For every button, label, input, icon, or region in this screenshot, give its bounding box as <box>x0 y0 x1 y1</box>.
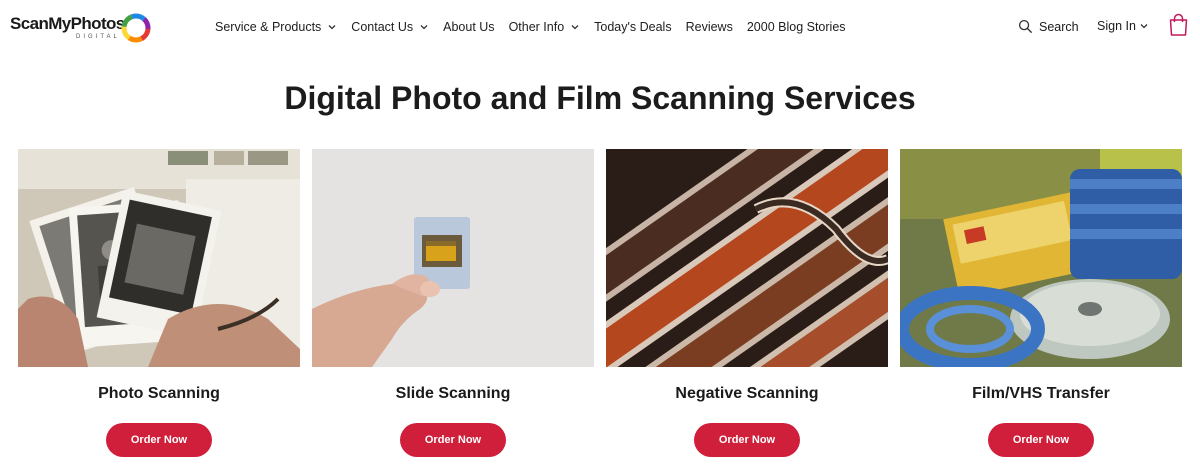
photo-scanning-image[interactable] <box>18 149 300 367</box>
chevron-down-icon <box>420 25 428 30</box>
site-logo[interactable]: ScanMyPhotos DIGITAL <box>10 12 155 46</box>
negative-scanning-illustration <box>606 149 888 367</box>
film-vhs-transfer-image[interactable] <box>900 149 1182 367</box>
slide-scanning-image[interactable] <box>312 149 594 367</box>
nav-label: Today's Deals <box>594 20 672 34</box>
order-now-button[interactable]: Order Now <box>694 423 800 457</box>
chevron-down-icon <box>1140 24 1148 29</box>
chevron-down-icon <box>328 25 336 30</box>
card-title: Film/VHS Transfer <box>972 385 1110 402</box>
nav-contact-us[interactable]: Contact Us <box>351 19 429 35</box>
service-card-slide: Slide Scanning Order Now <box>312 149 594 457</box>
service-card-negative: Negative Scanning Order Now <box>606 149 888 457</box>
photo-scanning-illustration <box>18 149 300 367</box>
film-vhs-illustration <box>900 149 1182 367</box>
nav-other-info[interactable]: Other Info <box>509 19 581 35</box>
service-card-film-vhs: Film/VHS Transfer Order Now <box>900 149 1182 457</box>
negative-scanning-image[interactable] <box>606 149 888 367</box>
order-now-button[interactable]: Order Now <box>106 423 212 457</box>
nav-label: About Us <box>443 20 495 34</box>
order-now-button[interactable]: Order Now <box>400 423 506 457</box>
nav-label: Contact Us <box>351 20 414 34</box>
nav-service-products[interactable]: Service & Products <box>215 19 337 35</box>
logo-text: ScanMyPhotos <box>10 14 125 33</box>
order-now-button[interactable]: Order Now <box>988 423 1094 457</box>
chevron-down-icon <box>571 25 579 30</box>
nav-label: Service & Products <box>215 20 322 34</box>
nav-reviews[interactable]: Reviews <box>686 19 733 35</box>
nav-label: Other Info <box>508 20 565 34</box>
sign-in-button[interactable]: Sign In <box>1097 19 1149 33</box>
nav-label: 2000 Blog Stories <box>746 20 846 34</box>
site-header: ScanMyPhotos DIGITAL Service & Products … <box>0 0 1200 56</box>
search-button[interactable]: Search <box>1018 19 1079 34</box>
slide-scanning-illustration <box>312 149 594 367</box>
service-card-photo: Photo Scanning Order Now <box>18 149 300 457</box>
card-title: Negative Scanning <box>675 385 819 402</box>
page-title: Digital Photo and Film Scanning Services <box>284 80 916 116</box>
card-title: Photo Scanning <box>98 385 220 402</box>
sign-in-label: Sign In <box>1097 19 1136 33</box>
nav-blog-stories[interactable]: 2000 Blog Stories <box>747 19 846 35</box>
card-title: Slide Scanning <box>395 385 511 402</box>
main-nav: Service & Products Contact Us About Us O… <box>215 19 860 35</box>
logo-subtext: DIGITAL <box>76 34 120 40</box>
logo-ring-icon <box>121 13 151 43</box>
shopping-bag-icon[interactable] <box>1168 13 1189 37</box>
search-icon <box>1018 19 1033 34</box>
nav-todays-deals[interactable]: Today's Deals <box>594 19 671 35</box>
search-label: Search <box>1039 19 1079 34</box>
nav-about-us[interactable]: About Us <box>443 19 494 35</box>
nav-label: Reviews <box>685 20 733 34</box>
